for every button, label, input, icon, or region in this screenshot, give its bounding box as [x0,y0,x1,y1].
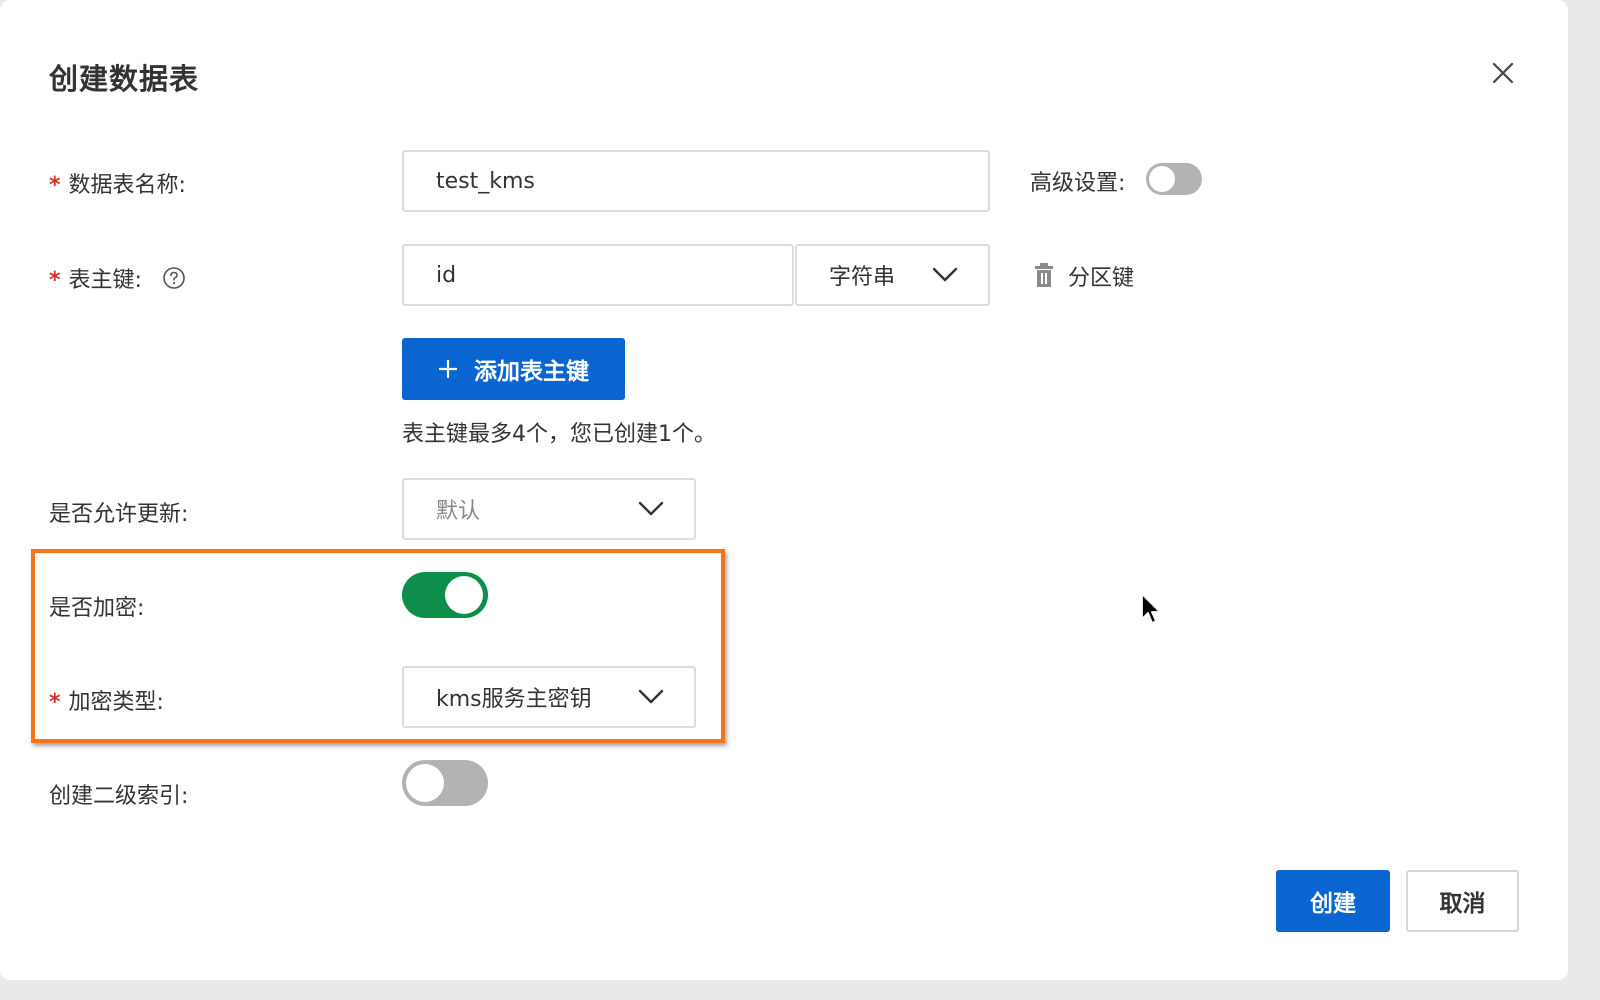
plus-icon [439,360,457,378]
chevron-down-icon [638,689,664,704]
create-button[interactable]: 创建 [1276,870,1390,932]
secondary-index-label: 创建二级索引: [49,784,189,809]
table-name-input[interactable]: test_kms [402,150,990,212]
primary-key-hint: 表主键最多4个，您已创建1个。 [402,422,716,447]
encryption-label: 是否加密: [49,596,145,621]
advanced-settings-label: 高级设置: [1030,171,1126,196]
partition-key-label: 分区键 [1068,266,1135,291]
encryption-toggle[interactable] [402,572,488,618]
required-mark: * [49,690,61,715]
toggle-knob [1149,166,1175,192]
allow-update-select[interactable]: 默认 [402,478,696,540]
primary-key-name-input[interactable]: id [402,244,794,306]
add-primary-key-button[interactable]: 添加表主键 [402,338,625,400]
dialog-title: 创建数据表 [49,62,200,96]
required-mark: * [49,173,61,198]
encryption-type-select[interactable]: kms服务主密钥 [402,666,696,728]
encryption-type-label: * 加密类型: [49,690,164,715]
chevron-down-icon [932,267,958,282]
close-icon[interactable] [1488,58,1518,88]
mouse-cursor-icon [1141,593,1161,624]
secondary-index-toggle[interactable] [402,760,488,806]
toggle-knob [406,764,444,802]
create-table-dialog: 创建数据表 * 数据表名称: test_kms 高级设置: * 表主键: id 字符… [0,0,1568,980]
cancel-button[interactable]: 取消 [1406,870,1519,932]
primary-key-type-select[interactable]: 字符串 [795,244,990,306]
allow-update-label: 是否允许更新: [49,502,189,527]
trash-icon[interactable] [1034,262,1054,288]
help-icon[interactable] [162,266,186,290]
toggle-knob [445,576,483,614]
advanced-settings-toggle[interactable] [1146,163,1202,195]
required-mark: * [49,268,61,293]
chevron-down-icon [638,501,664,516]
table-name-label: * 数据表名称: [49,173,186,198]
primary-key-label: * 表主键: [49,268,142,293]
